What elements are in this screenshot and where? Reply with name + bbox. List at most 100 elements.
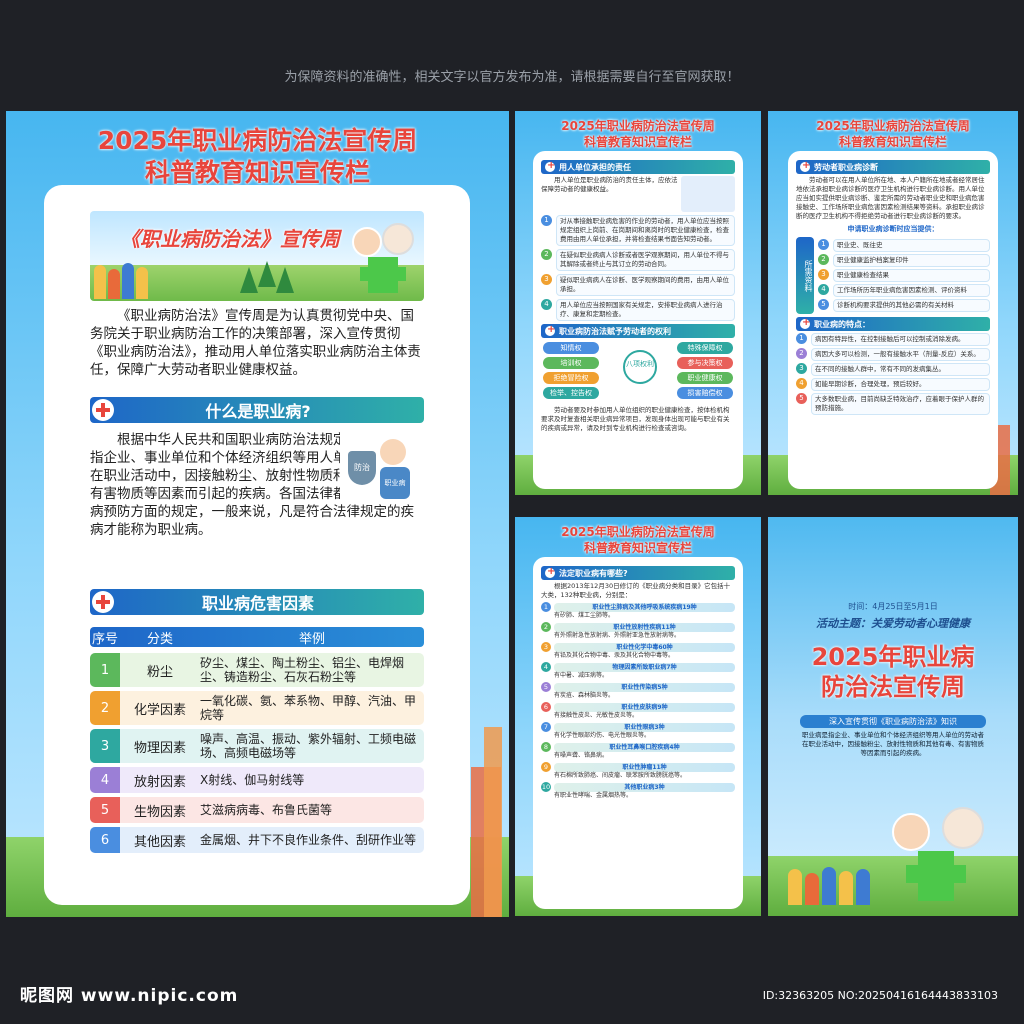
doc-text: 职业史、既往史 (833, 239, 990, 252)
row-number: 5 (90, 797, 120, 823)
item-text: 用人单位应当按照国家有关规定，安排职业病病人进行治疗、康复和定期检查。 (556, 299, 735, 321)
table-row: 6 其他因素 金属烟、井下不良作业条件、刮研作业等 (90, 827, 424, 853)
workers-illustration (94, 255, 164, 299)
disease-category: 4 物理因素所致职业病7种 有中暑、减压病等。 (541, 662, 735, 680)
p2-title-1: 2025年职业病防治法宣传周 (561, 119, 715, 133)
category-desc: 有炭疽、森林脑炎等。 (554, 692, 615, 699)
table-header: 序号 分类 举例 (90, 627, 424, 647)
p3-card: 劳动者职业病诊断 劳动者可以在用人单位所在地、本人户籍所在地或者经常居住地依法承… (788, 151, 998, 489)
image-id: ID:32363205 NO:20250416164443833103 (762, 989, 998, 1002)
disease-category: 7 职业性眼病3种 有化学性眼部灼伤、电光性眼炎等。 (541, 722, 735, 740)
shield-illustration: 防治 职业病 (340, 429, 422, 501)
right-badge: 职业健康权 (677, 372, 733, 384)
item-number: 2 (541, 249, 552, 260)
main-title-1: 2025年职业病防治法宣传周 (97, 126, 418, 155)
category-desc: 有中暑、减压病等。 (554, 672, 609, 679)
doc-text: 诊断机构要求提供的其他必需的有关材料 (833, 299, 990, 312)
category-number: 10 (541, 782, 551, 792)
feature-text: 大多数职业病，目前尚缺乏特效治疗，应着眼于保护人群的预防措施。 (811, 393, 990, 415)
category-desc: 有噪声聋、铬鼻病。 (554, 752, 609, 759)
row-category: 物理因素 (133, 740, 186, 756)
p3-sec2: 职业病的特点： (796, 317, 990, 331)
row-number: 2 (90, 691, 120, 725)
item-number: 1 (541, 215, 552, 226)
doc-text: 职业健康检查结果 (833, 269, 990, 282)
feature-text: 病因有特异性，在控制接触后可以控制或消除发病。 (811, 333, 990, 346)
disease-category: 1 职业性尘肺病及其他呼吸系统疾病19种 有矽肺、煤工尘肺等。 (541, 602, 735, 620)
category-number: 3 (541, 642, 551, 652)
poster-diagnosis: 2025年职业病防治法宣传周 科普教育知识宣传栏 劳动者职业病诊断 劳动者可以在… (768, 111, 1018, 495)
banner-title: 《职业病防治法》宣传周 (120, 227, 340, 251)
disease-category: 9 职业性肿瘤11种 有石棉所致肺癌、间皮瘤、联苯胺所致膀胱癌等。 (541, 762, 735, 780)
feature-item: 4 如能早期诊断，合理处理，预后较好。 (796, 378, 990, 391)
item-text: 疑似职业病病人在诊断、医学观察期间的费用，由用人单位承担。 (556, 274, 735, 296)
feature-text: 如能早期诊断，合理处理，预后较好。 (811, 378, 990, 391)
category-desc: 有化学性眼部灼伤、电光性眼炎等。 (554, 732, 651, 739)
category-title: 职业性传染病5种 (554, 682, 735, 692)
theme-text: 活动主题：关爱劳动者心理健康 (816, 617, 970, 630)
main-card: 《职业病防治法》宣传周 《职业病防治法》宣传周是为认真贯彻党中央、国务院关于职业… (44, 185, 470, 905)
category-number: 4 (541, 662, 551, 672)
p2-closing: 劳动者要及时参加用人单位组织的职业健康检查，按体检机构要求及时复查相关职业病异常… (541, 406, 730, 432)
row-number: 1 (90, 653, 120, 687)
feature-text: 在不同的接触人群中，常有不同的发病集丛。 (811, 363, 990, 376)
required-doc: 2 职业健康监护档案复印件 (818, 254, 990, 267)
meeting-illustration (681, 176, 735, 212)
required-doc: 3 职业健康检查结果 (818, 269, 990, 282)
responsibility-item: 3 疑似职业病病人在诊断、医学观察期间的费用，由用人单位承担。 (541, 274, 735, 296)
poster-disease-list: 2025年职业病防治法宣传周 科普教育知识宣传栏 法定职业病有哪些? 根据201… (515, 517, 761, 916)
category-title: 物理因素所致职业病7种 (554, 662, 735, 672)
category-title: 职业性皮肤病9种 (554, 702, 735, 712)
category-desc: 有接触性皮炎、光敏性皮炎等。 (554, 712, 639, 719)
required-doc: 1 职业史、既往史 (818, 239, 990, 252)
category-title: 职业性耳鼻喉口腔疾病4种 (554, 742, 735, 752)
right-badge: 参与决策权 (677, 357, 733, 369)
cover-characters (888, 807, 998, 907)
p3-title-1: 2025年职业病防治法宣传周 (816, 119, 970, 133)
p3-intro: 劳动者可以在用人单位所在地、本人户籍所在地或者经常居住地依法承担职业病诊断的医疗… (796, 176, 985, 220)
intro-text: 《职业病防治法》宣传周是为认真贯彻党中央、国务院关于职业病防治工作的决策部署，深… (90, 308, 421, 378)
feature-number: 3 (796, 363, 807, 374)
feature-text: 病因大多可以检测，一般有接触水平（剂量-反应）关系。 (811, 348, 990, 361)
responsibility-item: 2 在疑似职业病病人诊断或者医学观察期间，用人单位不得与其解除或者终止与其订立的劳… (541, 249, 735, 271)
cover-body: 职业病是指企业、事业单位和个体经济组织等用人单位的劳动者在职业活动中，因接触粉尘… (802, 731, 984, 757)
category-number: 2 (541, 622, 551, 632)
copyright-notice: 为保障资料的准确性，相关文字以官方发布为准，请根据需要自行至官网获取！ (284, 70, 740, 85)
doc-number: 1 (818, 239, 829, 250)
row-category: 其他因素 (133, 834, 186, 850)
category-number: 1 (541, 602, 551, 612)
right-badge: 特殊保障权 (677, 342, 733, 354)
right-badge: 损害赔偿权 (677, 387, 733, 399)
table-row: 1 粉尘 矽尘、煤尘、陶土粉尘、铝尘、电焊烟尘、铸造粉尘、石灰石粉尘等 (90, 653, 424, 687)
item-text: 在疑似职业病病人诊断或者医学观察期间，用人单位不得与其解除或者终止与其订立的劳动… (556, 249, 735, 271)
doc-text: 工作场所历年职业病危害因素检测、评价资料 (833, 284, 990, 297)
doctor-illustration (346, 221, 416, 299)
rights-center: 八项权利 (623, 350, 657, 384)
table-row: 3 物理因素 噪声、高温、振动、紫外辐射、工频电磁场、高频电磁场等 (90, 729, 424, 763)
cover-title-2: 防治法宣传周 (821, 673, 965, 701)
cover-subtitle: 深入宣传贯彻《职业病防治法》知识 (800, 715, 986, 728)
row-examples: X射线、伽马射线等 (200, 773, 305, 787)
category-title: 职业性化学中毒60种 (554, 642, 735, 652)
disease-category: 3 职业性化学中毒60种 有铅及其化合物中毒、汞及其化合物中毒等。 (541, 642, 735, 660)
p2-card: 用人单位承担的责任 用人单位是职业病防治的责任主体，应依法保障劳动者的健康权益。… (533, 151, 743, 489)
poster-cover: 时间：4月25日至5月1日 活动主题：关爱劳动者心理健康 2025年职业病 防治… (768, 517, 1018, 916)
category-number: 5 (541, 682, 551, 692)
p2-sec2: 职业病防治法赋予劳动者的权利 (541, 324, 735, 338)
poster-employer: 2025年职业病防治法宣传周 科普教育知识宣传栏 用人单位承担的责任 用人单位是… (515, 111, 761, 495)
row-examples: 艾滋病病毒、布鲁氏菌等 (200, 803, 333, 817)
doc-number: 2 (818, 254, 829, 265)
row-number: 3 (90, 729, 120, 763)
category-number: 9 (541, 762, 551, 772)
rights-diagram: 知情权 培训权 拒绝冒险权 检举、控告权 八项权利 特殊保障权 参与决策权 职业健康权 损害… (541, 340, 735, 406)
disease-category: 8 职业性耳鼻喉口腔疾病4种 有噪声聋、铬鼻病。 (541, 742, 735, 760)
p4-intro: 根据2013年12月30日修订的《职业病分类和目录》它包括十大类，132种职业病… (541, 582, 731, 599)
item-text: 对从事接触职业病危害的作业的劳动者，用人单位应当按照规定组织上岗前、在岗期间和离… (556, 215, 735, 246)
row-examples: 矽尘、煤尘、陶土粉尘、铝尘、电焊烟尘、铸造粉尘、石灰石粉尘等 (200, 656, 405, 684)
category-title: 职业性尘肺病及其他呼吸系统疾病19种 (554, 602, 735, 612)
medical-cross-icon (92, 399, 114, 421)
responsibility-item: 1 对从事接触职业病危害的作业的劳动者，用人单位应当按照规定组织上岗前、在岗期间和… (541, 215, 735, 246)
feature-number: 4 (796, 378, 807, 389)
p2-title-2: 科普教育知识宣传栏 (583, 135, 692, 149)
category-number: 8 (541, 742, 551, 752)
